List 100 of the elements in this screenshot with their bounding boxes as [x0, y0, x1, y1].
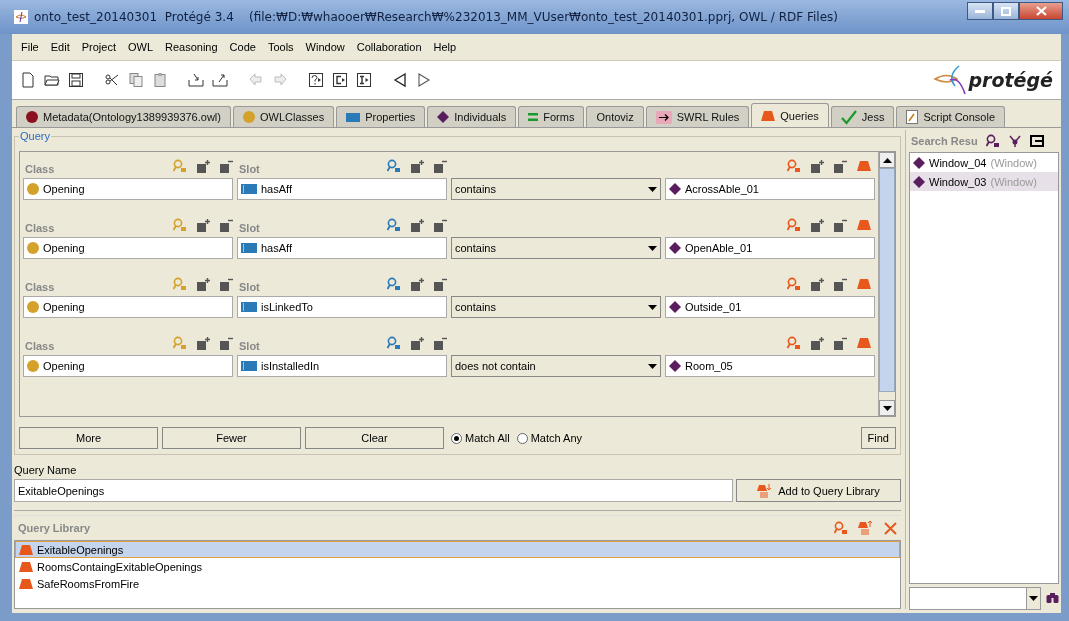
value-field[interactable]: Room_05 [665, 355, 875, 377]
remove-icon[interactable] [220, 218, 233, 232]
tab[interactable]: SWRL Rules [645, 106, 750, 127]
minimize-button[interactable] [967, 2, 993, 20]
add-icon[interactable] [197, 218, 210, 232]
query-button[interactable]: More [19, 427, 158, 449]
new-file-icon[interactable] [20, 72, 36, 88]
menu-item[interactable]: File [16, 41, 46, 53]
tab[interactable]: Ontoviz [586, 106, 644, 127]
open-folder-icon[interactable] [44, 72, 60, 88]
tab[interactable]: Metadata(Ontology1389939376.owl) [16, 106, 231, 127]
menu-item[interactable]: Collaboration [351, 41, 429, 53]
radio-button[interactable] [516, 432, 528, 444]
scrollbar-thumb[interactable] [879, 168, 895, 392]
menu-item[interactable]: OWL [122, 41, 160, 53]
remove-icon[interactable] [834, 336, 847, 350]
add-icon[interactable] [411, 336, 424, 350]
library-upload-icon[interactable] [858, 521, 874, 535]
menu-item[interactable]: Reasoning [160, 41, 225, 53]
tab[interactable]: Script Console [896, 106, 1005, 127]
value-field[interactable]: OpenAble_01 [665, 237, 875, 259]
paste-icon[interactable] [152, 72, 168, 88]
remove-icon[interactable] [834, 218, 847, 232]
menu-item[interactable]: Code [224, 41, 263, 53]
tab[interactable]: Jess [830, 106, 895, 127]
remove-icon[interactable] [434, 218, 447, 232]
slot-field[interactable]: hasAff [237, 178, 447, 200]
add-icon[interactable] [197, 277, 210, 291]
add-icon[interactable] [411, 277, 424, 291]
result-item[interactable]: Window_04 (Window) [910, 153, 1058, 172]
operator-dropdown[interactable]: does not contain [451, 355, 661, 377]
tab[interactable]: Forms [518, 106, 585, 127]
import-icon[interactable] [188, 72, 204, 88]
query-name-field[interactable]: ExitableOpenings [14, 479, 733, 502]
remove-icon[interactable] [220, 159, 233, 173]
add-icon[interactable] [811, 218, 824, 232]
value-field[interactable]: Outside_01 [665, 296, 875, 318]
query-button[interactable]: Fewer [162, 427, 301, 449]
c-box-icon[interactable] [332, 72, 348, 88]
menu-item[interactable]: Project [76, 41, 123, 53]
menu-item[interactable]: Edit [45, 41, 77, 53]
export-icon[interactable] [1029, 135, 1044, 147]
slot-field[interactable]: hasAff [237, 237, 447, 259]
class-field[interactable]: Opening [23, 178, 233, 200]
add-to-library-button[interactable]: Add to Query Library [736, 479, 901, 502]
close-button[interactable] [1019, 2, 1063, 20]
remove-icon[interactable] [220, 277, 233, 291]
operator-dropdown[interactable]: contains [451, 178, 661, 200]
remove-icon[interactable] [834, 159, 847, 173]
i-box-icon[interactable] [356, 72, 372, 88]
remove-icon[interactable] [434, 336, 447, 350]
slot-field[interactable]: isLinkedTo [237, 296, 447, 318]
binoculars-icon[interactable] [1046, 592, 1059, 604]
add-icon[interactable] [197, 336, 210, 350]
slot-field[interactable]: isInstalledIn [237, 355, 447, 377]
maximize-button[interactable] [993, 2, 1019, 20]
question-box-icon[interactable] [308, 72, 324, 88]
column-label: Class [24, 340, 55, 352]
radio-button[interactable] [451, 432, 462, 444]
field-label: Query Name [14, 464, 78, 476]
remove-icon[interactable] [834, 277, 847, 291]
query-button[interactable]: Clear [305, 427, 444, 449]
copy-icon[interactable] [128, 72, 144, 88]
back-icon[interactable] [392, 72, 408, 88]
scroll-down-button[interactable] [879, 400, 895, 416]
class-field[interactable]: Opening [23, 237, 233, 259]
tab[interactable]: OWLClasses [232, 106, 335, 127]
menu-item[interactable]: Window [300, 41, 352, 53]
save-icon[interactable] [68, 72, 84, 88]
tab[interactable]: Properties [336, 106, 426, 127]
remove-icon[interactable] [434, 277, 447, 291]
operator-dropdown[interactable]: contains [451, 237, 661, 259]
value-field[interactable]: AcrossAble_01 [665, 178, 875, 200]
add-icon[interactable] [811, 277, 824, 291]
remove-icon[interactable] [220, 336, 233, 350]
add-icon[interactable] [411, 159, 424, 173]
add-icon[interactable] [811, 159, 824, 173]
tab[interactable]: Individuals [427, 106, 517, 127]
class-field[interactable]: Opening [23, 355, 233, 377]
menu-item[interactable]: Help [428, 41, 464, 53]
graph-icon[interactable] [1007, 134, 1022, 148]
menu-item[interactable]: Tools [262, 41, 301, 53]
library-item[interactable]: ExitableOpenings [15, 541, 900, 558]
add-icon[interactable] [411, 218, 424, 232]
library-item[interactable]: SafeRoomsFromFire [15, 575, 900, 592]
delete-icon[interactable] [884, 521, 897, 535]
class-field[interactable]: Opening [23, 296, 233, 318]
search-dropdown[interactable] [909, 586, 1041, 610]
add-icon[interactable] [811, 336, 824, 350]
add-icon[interactable] [197, 159, 210, 173]
remove-icon[interactable] [434, 159, 447, 173]
tab[interactable]: Queries [751, 103, 829, 127]
library-item[interactable]: RoomsContaingExitableOpenings [15, 558, 900, 575]
forward-icon[interactable] [416, 72, 432, 88]
result-item[interactable]: Window_03 (Window) [910, 172, 1058, 191]
operator-dropdown[interactable]: contains [451, 296, 661, 318]
scroll-up-button[interactable] [879, 152, 895, 168]
find-button[interactable]: Find [860, 427, 896, 449]
scissors-icon[interactable] [104, 72, 120, 88]
find-icon[interactable] [985, 134, 1000, 148]
